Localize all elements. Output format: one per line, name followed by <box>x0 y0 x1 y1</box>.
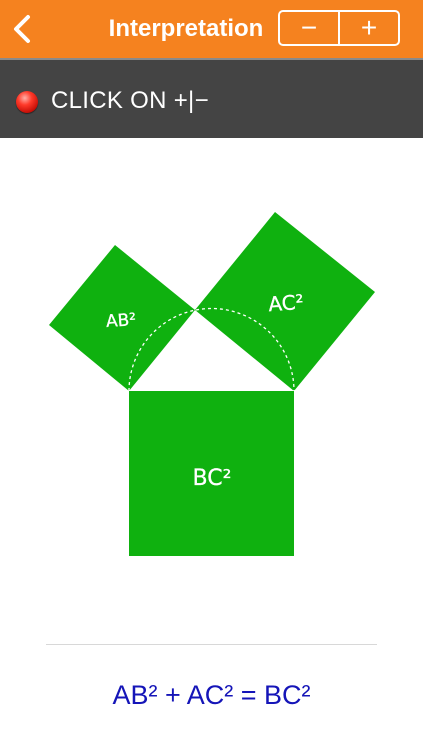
label-bc: BC² <box>193 466 232 491</box>
label-ac: AC² <box>268 290 305 316</box>
pythagoras-diagram: AB² AC² BC² <box>49 212 375 556</box>
label-ab: AB² <box>105 310 136 332</box>
divider <box>46 644 377 645</box>
screen: Interpretation − + CLICK ON +|− AB² AC² … <box>0 0 423 750</box>
formula-text: AB² + AC² = BC² <box>112 680 311 710</box>
